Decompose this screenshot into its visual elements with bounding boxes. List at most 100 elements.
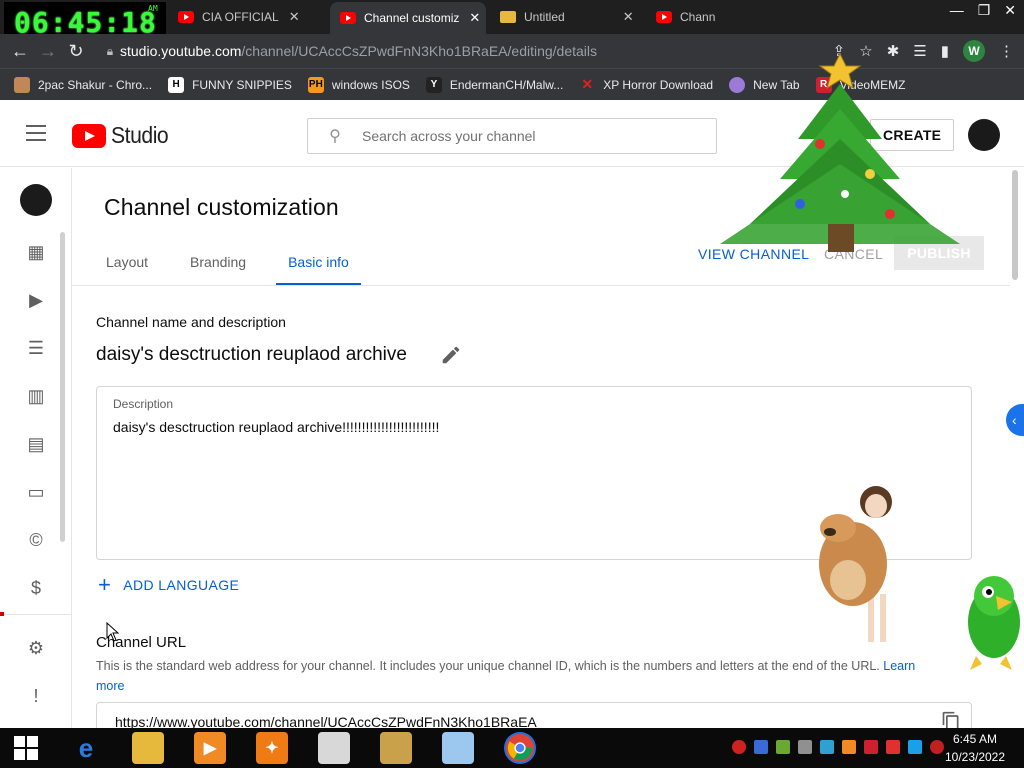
folder-icon [500,11,516,23]
file-explorer-icon[interactable] [132,732,164,764]
channel-url-field[interactable]: https://www.youtube.com/channel/UCAccCsZ… [96,702,972,728]
dog-girl-sticker [819,486,892,642]
account-avatar[interactable] [968,119,1000,151]
bookmark-item[interactable]: ✕ XP Horror Download [579,76,714,93]
bookmark-label: 2pac Shakur - Chro... [38,77,153,92]
youtube-logo-icon [72,123,106,148]
tray-app-icon[interactable] [842,740,856,754]
search-icon[interactable]: ⚲ [308,126,362,146]
close-icon[interactable]: ✕ [623,9,634,25]
clock-ampm: AM [148,4,158,13]
restore-icon[interactable]: ❐ [978,2,991,19]
windows-start-icon[interactable] [14,736,38,760]
uc-browser-icon[interactable]: ✦ [256,732,288,764]
browser-tab-active[interactable]: Channel customiz ✕ [330,2,486,34]
channel-url-value[interactable]: https://www.youtube.com/channel/UCAccCsZ… [115,714,537,728]
browser-tab[interactable]: Chann [646,3,736,31]
add-language-button[interactable]: + ADD LANGUAGE [98,572,239,597]
channel-avatar[interactable] [20,184,52,216]
content-icon[interactable]: ▶ [24,288,48,312]
parrot-sticker [968,576,1020,670]
tray-app-icon[interactable] [864,740,878,754]
description-label: Description [113,397,174,411]
minimize-icon[interactable]: — [950,2,964,19]
mouse-pointer-icon [106,622,120,642]
pac-icon [14,76,30,93]
feedback-icon[interactable]: ! [24,684,48,708]
copy-icon[interactable] [941,711,961,728]
bookmark-item[interactable]: PH windows ISOS [307,76,410,93]
browser-tab[interactable]: Untitled ✕ [490,3,640,31]
bookmark-item[interactable]: Y EndermanCH/Malw... [425,76,564,93]
yp-icon: Y [425,76,442,93]
tray-app-icon[interactable] [732,740,746,754]
pencil-icon[interactable] [440,344,462,366]
bookmark-label: EndermanCH/Malw... [449,77,564,92]
main-scrollbar[interactable] [1012,170,1018,280]
browser-tab-title: Chann [680,10,716,24]
hamburger-menu-icon[interactable] [26,125,46,141]
profile-avatar[interactable]: W [963,40,985,62]
sidebar-scrollbar[interactable] [60,232,65,542]
browser-tab-title: Untitled [524,10,565,24]
url-host: studio.youtube.com [120,43,242,59]
channel-url-help: This is the standard web address for you… [96,656,946,696]
settings-icon[interactable]: ⚙ [24,636,48,660]
youtube-icon [656,11,672,23]
bookmark-item[interactable]: H FUNNY SNIPPIES [168,76,292,93]
tray-app-icon[interactable] [820,740,834,754]
app-shortcut-icon[interactable] [380,732,412,764]
lock-icon[interactable]: 🔒︎ [100,44,120,59]
studio-sidebar: ▦ ▶ ☰ ▥ ▤ ▭ © $ ⚙ ! [0,168,72,728]
description-text[interactable]: daisy's desctruction reuplaod archive!!!… [113,419,439,435]
tray-app-icon[interactable] [908,740,922,754]
copyright-icon[interactable]: © [24,528,48,552]
tray-app-icon[interactable] [886,740,900,754]
subtitles-icon[interactable]: ▭ [24,480,48,504]
search-box[interactable]: ⚲ [307,118,717,154]
document-viewer-icon[interactable] [318,732,350,764]
taskbar-time[interactable]: 6:45 AM [940,732,1010,746]
comments-icon[interactable]: ▤ [24,432,48,456]
dashboard-icon[interactable]: ▦ [24,240,48,264]
back-arrow-icon[interactable]: ← [6,37,34,65]
bookmark-label: windows ISOS [331,77,410,92]
tab-branding[interactable]: Branding [178,246,258,286]
browser-tab-title: CIA OFFICIAL [202,10,279,24]
youtube-icon [178,11,194,23]
earn-icon[interactable]: $ [24,576,48,600]
bookmark-label: XP Horror Download [603,77,714,92]
customization-tabs: Layout Branding Basic info [94,246,379,286]
forward-arrow-icon[interactable]: → [34,37,62,65]
channel-name: daisy's desctruction reuplaod archive [96,344,407,365]
internet-explorer-icon[interactable]: e [70,732,102,764]
address-bar[interactable]: 🔒︎ studio.youtube.com/channel/UCAccCsZPw… [100,38,780,64]
x-icon: ✕ [581,76,594,92]
tab-basic-info[interactable]: Basic info [276,246,361,286]
close-window-icon[interactable]: ✕ [1004,2,1016,19]
tab-layout[interactable]: Layout [94,246,160,286]
close-icon[interactable]: ✕ [469,10,480,26]
tray-app-icon[interactable] [754,740,768,754]
windows-taskbar: e ▶ ✦ 6:45 AM 10/23/2022 [0,728,1024,768]
analytics-icon[interactable]: ▥ [24,384,48,408]
tray-app-icon[interactable] [776,740,790,754]
kebab-menu-icon[interactable]: ⋮ [999,42,1014,60]
playlists-icon[interactable]: ☰ [24,336,48,360]
close-icon[interactable]: ✕ [289,9,300,25]
plus-icon: + [98,572,112,597]
youtube-icon [340,12,356,24]
search-input[interactable] [362,128,702,144]
url-path: /channel/UCAccCsZPwdFnN3Kho1BRaEA/editin… [241,43,598,59]
tray-app-icon[interactable] [798,740,812,754]
sidebar-divider [0,614,72,615]
bookmark-item[interactable]: 2pac Shakur - Chro... [14,76,153,93]
taskbar-date[interactable]: 10/23/2022 [940,750,1010,764]
window-controls: — ❐ ✕ [950,2,1016,19]
reload-icon[interactable]: ↻ [62,37,90,65]
studio-logo[interactable]: Studio [72,122,173,149]
browser-tab[interactable]: CIA OFFICIAL ✕ [168,3,326,31]
task-manager-icon[interactable] [442,732,474,764]
media-player-icon[interactable]: ▶ [194,732,226,764]
chrome-icon[interactable] [504,732,536,764]
